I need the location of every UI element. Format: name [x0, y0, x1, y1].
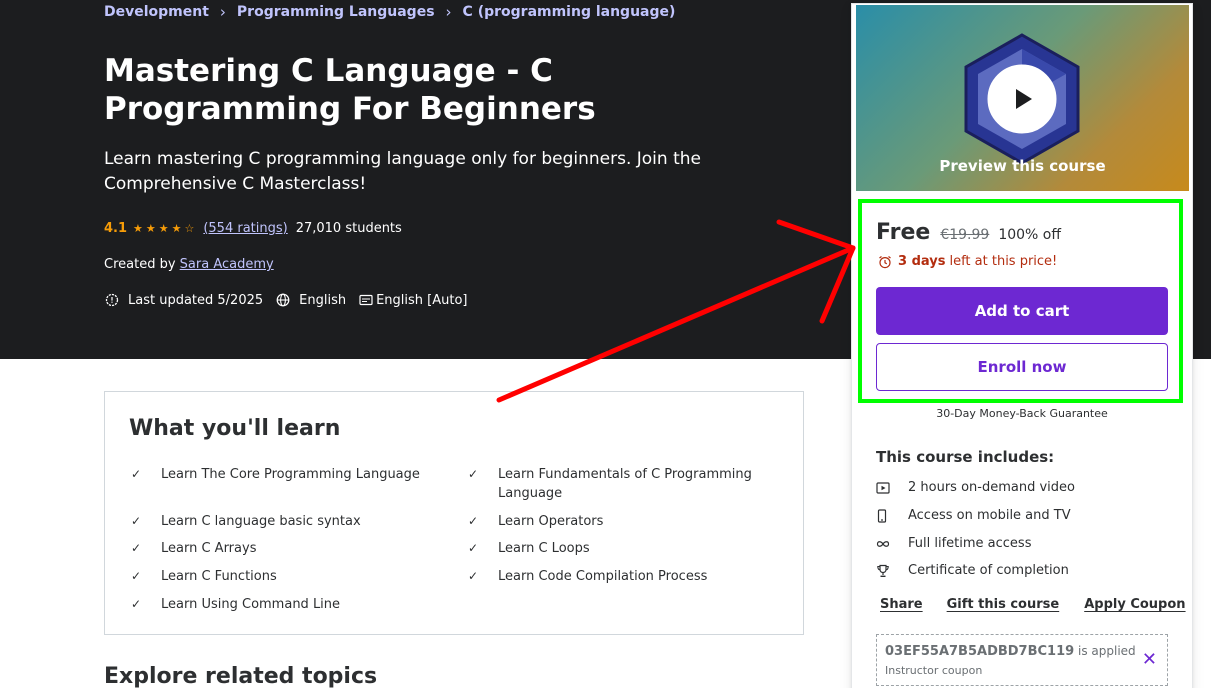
timer-days: 3 days: [898, 254, 946, 269]
coupon-applied-text: is applied: [1078, 644, 1136, 658]
check-icon: ✓: [131, 541, 142, 555]
check-icon: ✓: [468, 569, 479, 583]
learn-item-text: Learn Code Compilation Process: [498, 569, 708, 584]
star-rating-icon: ★★★★☆: [133, 222, 198, 235]
price-timer: 3 days left at this price!: [878, 254, 1057, 269]
created-by: Created by Sara Academy: [104, 257, 274, 272]
include-text: Full lifetime access: [908, 536, 1032, 551]
include-text: 2 hours on-demand video: [908, 480, 1075, 495]
chevron-right-icon: ›: [445, 2, 452, 21]
check-icon: ✓: [131, 597, 142, 611]
add-to-cart-button[interactable]: Add to cart: [876, 287, 1168, 335]
created-by-label: Created by: [104, 257, 176, 272]
alarm-clock-icon: [878, 255, 892, 269]
globe-icon: [275, 292, 291, 308]
list-item: ✓ Learn The Core Programming Language: [129, 465, 449, 484]
apply-coupon-link[interactable]: Apply Coupon: [1084, 597, 1185, 612]
close-icon[interactable]: ✕: [1142, 649, 1157, 670]
share-link[interactable]: Share: [880, 597, 923, 612]
students-count: 27,010 students: [295, 221, 402, 236]
enroll-now-button[interactable]: Enroll now: [876, 343, 1168, 391]
course-language: English: [299, 292, 347, 308]
list-item: ✓ Learn Operators: [466, 512, 786, 531]
course-meta: Last updated 5/2025 English English [Aut…: [104, 292, 480, 308]
list-item: ✓ Learn Code Compilation Process: [466, 567, 786, 586]
explore-related-topics-heading: Explore related topics: [104, 664, 378, 688]
video-icon: [876, 481, 908, 494]
what-youll-learn: What you'll learn ✓ Learn The Core Progr…: [104, 391, 804, 635]
rating-value: 4.1: [104, 221, 128, 236]
learn-item-text: Learn C language basic syntax: [161, 514, 361, 529]
chevron-right-icon: ›: [219, 2, 226, 21]
breadcrumb: Development › Programming Languages › C …: [104, 4, 675, 20]
learn-item-text: Learn The Core Programming Language: [161, 467, 420, 482]
discount-percent: 100% off: [998, 227, 1061, 243]
gift-course-link[interactable]: Gift this course: [947, 597, 1060, 612]
include-lifetime: Full lifetime access: [876, 536, 1031, 551]
breadcrumb-development[interactable]: Development: [104, 4, 209, 20]
coupon-code: 03EF55A7B5ADBD7BC119: [885, 644, 1075, 659]
learn-item-text: Learn Using Command Line: [161, 597, 341, 612]
course-captions: English [Auto]: [376, 292, 468, 308]
include-mobile: Access on mobile and TV: [876, 508, 1071, 523]
breadcrumb-c-language[interactable]: C (programming language): [463, 4, 676, 20]
preview-label: Preview this course: [939, 157, 1106, 175]
check-icon: ✓: [131, 569, 142, 583]
check-icon: ✓: [468, 541, 479, 555]
sidebar-actions: Share Gift this course Apply Coupon: [880, 597, 1186, 612]
mobile-icon: [876, 508, 908, 523]
include-certificate: Certificate of completion: [876, 563, 1069, 578]
last-updated: Last updated 5/2025: [128, 292, 264, 308]
instructor-link[interactable]: Sara Academy: [180, 257, 274, 272]
current-price: Free: [876, 220, 931, 245]
include-text: Access on mobile and TV: [908, 508, 1071, 523]
applied-coupon: 03EF55A7B5ADBD7BC119 is applied Instruct…: [876, 634, 1168, 686]
list-item: ✓ Learn Fundamentals of C Programming La…: [466, 465, 786, 503]
check-icon: ✓: [131, 467, 142, 481]
coupon-type: Instructor coupon: [885, 664, 983, 677]
learn-item-text: Learn C Loops: [498, 541, 590, 556]
include-text: Certificate of completion: [908, 563, 1069, 578]
course-title: Mastering C Language - C Programming For…: [104, 53, 596, 127]
coupon-code-line: 03EF55A7B5ADBD7BC119 is applied: [885, 644, 1136, 659]
timer-text: left at this price!: [949, 254, 1058, 269]
list-item: ✓ Learn C language basic syntax: [129, 512, 449, 531]
learn-item-text: Learn C Arrays: [161, 541, 257, 556]
include-video: 2 hours on-demand video: [876, 480, 1075, 495]
list-item: ✓ Learn C Loops: [466, 539, 786, 558]
play-icon[interactable]: [997, 73, 1049, 125]
check-icon: ✓: [468, 514, 479, 528]
price-row: Free €19.99 100% off: [876, 220, 1061, 245]
list-item: ✓ Learn C Functions: [129, 567, 449, 586]
closed-captions-icon: [358, 292, 374, 308]
check-icon: ✓: [131, 514, 142, 528]
purchase-sidebar: Preview this course Free €19.99 100% off…: [851, 3, 1193, 688]
check-icon: ✓: [468, 467, 479, 481]
money-back-guarantee: 30-Day Money-Back Guarantee: [936, 407, 1108, 420]
course-subtitle: Learn mastering C programming language o…: [104, 149, 701, 194]
list-item: ✓ Learn Using Command Line: [129, 595, 449, 614]
trophy-icon: [876, 564, 908, 578]
includes-title: This course includes:: [876, 448, 1055, 466]
breadcrumb-programming-languages[interactable]: Programming Languages: [237, 4, 435, 20]
course-preview-video[interactable]: Preview this course: [856, 5, 1189, 191]
infinity-icon: [876, 539, 908, 549]
list-item: ✓ Learn C Arrays: [129, 539, 449, 558]
alert-badge-icon: [104, 292, 120, 308]
original-price: €19.99: [940, 227, 990, 243]
learn-item-text: Learn C Functions: [161, 569, 277, 584]
learn-item-text: Learn Operators: [498, 514, 604, 529]
rating-row: 4.1 ★★★★☆ (554 ratings) 27,010 students: [104, 221, 402, 236]
learn-title: What you'll learn: [129, 416, 341, 441]
ratings-count-link[interactable]: (554 ratings): [203, 221, 287, 236]
learn-item-text: Learn Fundamentals of C Programming Lang…: [498, 467, 752, 501]
